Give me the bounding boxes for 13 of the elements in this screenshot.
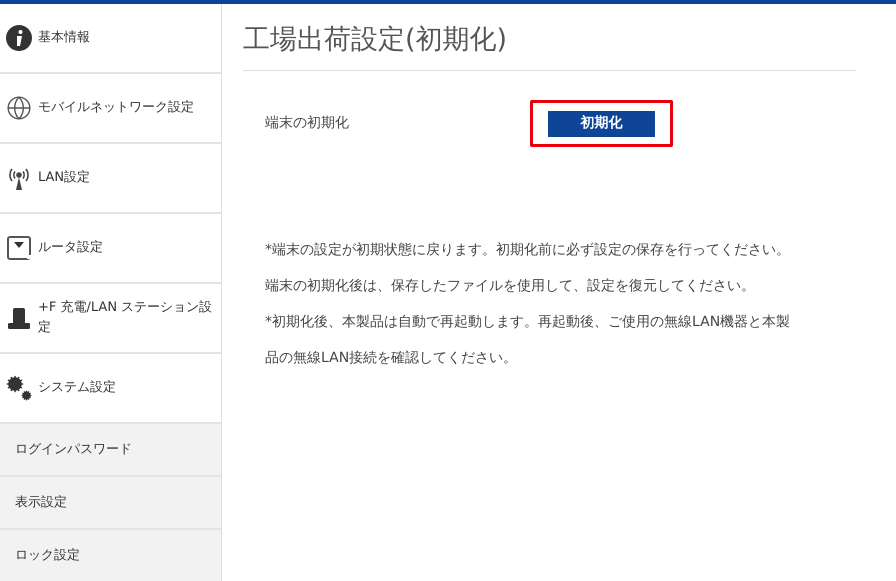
sidebar-subitem[interactable]: 表示設定 xyxy=(0,477,221,530)
device-stand-icon xyxy=(6,305,32,331)
gears-icon xyxy=(6,375,32,401)
setting-label: 端末の初期化 xyxy=(265,114,350,133)
sidebar-subitem[interactable]: ログインパスワード xyxy=(0,424,221,477)
sidebar-subitem[interactable]: ロック設定 xyxy=(0,530,221,581)
note-text: *初期化後、本製品は自動で再起動します。再起動後、ご使用の無線LAN機器と本製品の無線LAN接続を確認してください。 xyxy=(265,312,792,368)
initialize-button[interactable]: 初期化 xyxy=(548,110,655,136)
router-icon xyxy=(6,235,32,261)
info-icon xyxy=(6,25,32,51)
note-text: *端末の設定が初期状態に戻ります。初期化前に必ず設定の保存を行ってください。端末の初期化後は、保存したファイルを使用して、設定を復元してください。 xyxy=(265,240,791,296)
page-title: 工場出荷設定(初期化) xyxy=(243,23,508,57)
globe-icon xyxy=(6,95,32,121)
